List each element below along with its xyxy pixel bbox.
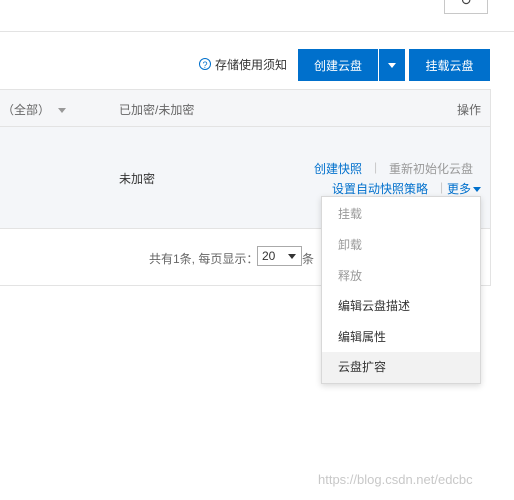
create-disk-button[interactable]: 创建云盘 — [298, 49, 378, 81]
page-size-select[interactable]: 20 — [257, 246, 302, 266]
table-header — [0, 90, 490, 126]
auto-snapshot-policy-link[interactable]: 设置自动快照策略 — [332, 180, 428, 197]
menu-item-expand-disk[interactable]: 云盘扩容 — [322, 352, 480, 383]
storage-notice-label: 存储使用须知 — [215, 57, 288, 72]
caret-down-icon — [473, 187, 482, 193]
more-actions-menu: 挂载 卸载 释放 编辑云盘描述 编辑属性 云盘扩容 — [321, 196, 481, 384]
menu-item-edit-attributes[interactable]: 编辑属性 — [322, 322, 480, 353]
caret-down-icon — [58, 108, 67, 114]
refresh-icon: ↻ — [460, 0, 472, 8]
status-filter[interactable]: （全部） — [2, 101, 67, 118]
menu-item-edit-description[interactable]: 编辑云盘描述 — [322, 291, 480, 322]
encryption-status: 未加密 — [119, 172, 156, 186]
encryption-header: 已加密/未加密 — [119, 103, 195, 117]
menu-item-mount: 挂载 — [338, 207, 363, 221]
pagination-unit: 条 — [302, 252, 315, 266]
toolbar-divider — [0, 31, 514, 32]
actions-header: 操作 — [457, 103, 482, 117]
storage-notice-link[interactable]: ? 存储使用须知 — [199, 56, 287, 72]
mount-disk-button[interactable]: 挂载云盘 — [409, 49, 490, 81]
caret-down-icon — [288, 254, 296, 259]
action-separator: | — [374, 160, 378, 174]
caret-down-icon — [388, 62, 396, 68]
reinit-disk-link: 重新初始化云盘 — [389, 162, 474, 176]
create-disk-dropdown-button[interactable] — [379, 49, 405, 81]
menu-item-release: 释放 — [338, 269, 363, 283]
more-actions-link[interactable]: 更多 — [447, 180, 482, 197]
menu-item-unmount: 卸载 — [338, 238, 363, 252]
pagination-summary: 共有1条, 每页显示： — [149, 252, 259, 266]
action-separator: | — [440, 180, 444, 194]
create-snapshot-link[interactable]: 创建快照 — [314, 160, 362, 177]
help-icon: ? — [199, 58, 211, 70]
watermark: https://blog.csdn.net/edcbc — [318, 472, 473, 487]
refresh-button[interactable]: ↻ — [444, 0, 488, 14]
